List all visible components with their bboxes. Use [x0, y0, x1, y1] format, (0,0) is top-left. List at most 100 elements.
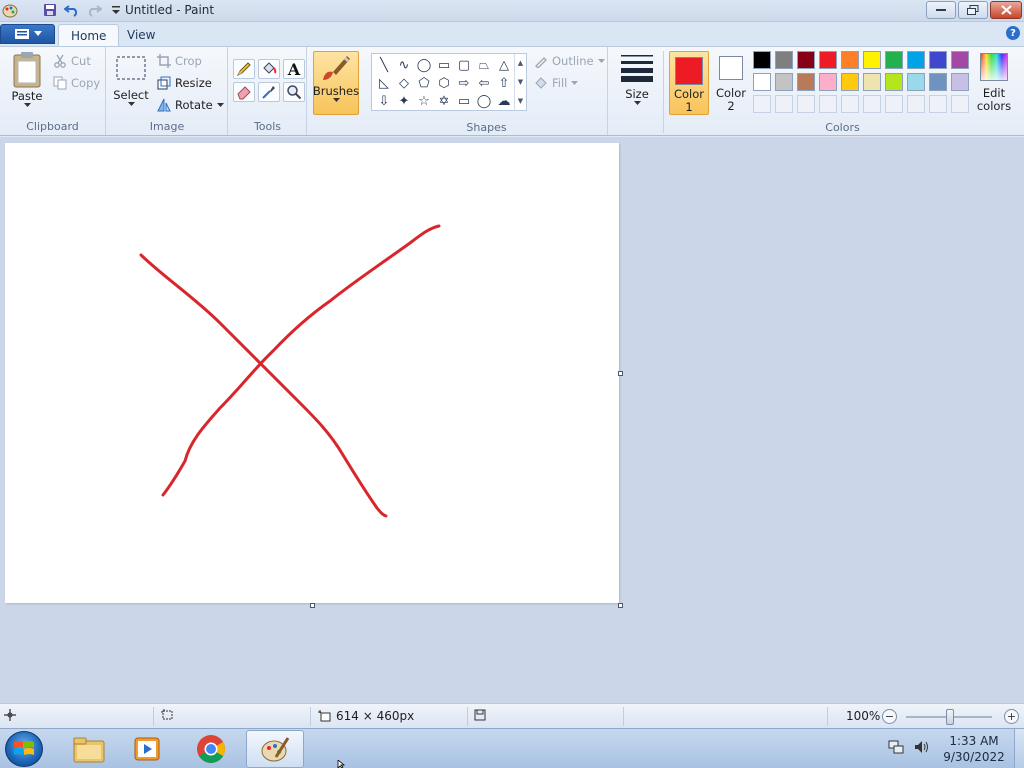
palette-color[interactable]: [951, 51, 969, 69]
palette-color[interactable]: [753, 73, 771, 91]
palette-custom-slot[interactable]: [907, 95, 925, 113]
shape-option[interactable]: ⇨: [454, 74, 474, 92]
resize-handle-bottom[interactable]: [310, 603, 315, 608]
palette-custom-slot[interactable]: [863, 95, 881, 113]
palette-custom-slot[interactable]: [797, 95, 815, 113]
brushes-button[interactable]: Brushes: [313, 51, 359, 115]
paint-app-icon[interactable]: [2, 2, 18, 18]
palette-color[interactable]: [885, 51, 903, 69]
taskbar-chrome[interactable]: [182, 730, 240, 768]
shape-option[interactable]: △: [494, 56, 514, 74]
tab-view[interactable]: View: [115, 24, 167, 46]
palette-color[interactable]: [841, 73, 859, 91]
shape-option[interactable]: ✡: [434, 92, 454, 110]
palette-color[interactable]: [951, 73, 969, 91]
shape-option[interactable]: ☁: [494, 92, 514, 110]
edit-colors-button[interactable]: Edit colors: [976, 53, 1012, 113]
palette-custom-slot[interactable]: [885, 95, 903, 113]
color-picker-icon[interactable]: [258, 82, 280, 102]
palette-color[interactable]: [929, 51, 947, 69]
zoom-out-button[interactable]: −: [882, 709, 897, 724]
palette-color[interactable]: [819, 73, 837, 91]
palette-color[interactable]: [797, 51, 815, 69]
shape-option[interactable]: ╲: [374, 56, 394, 74]
palette-color[interactable]: [929, 73, 947, 91]
taskbar-paint[interactable]: [246, 730, 304, 768]
palette-custom-slot[interactable]: [775, 95, 793, 113]
taskbar-file-explorer[interactable]: [60, 730, 118, 768]
customize-toolbar-icon[interactable]: [108, 2, 124, 18]
palette-color[interactable]: [907, 73, 925, 91]
palette-custom-slot[interactable]: [841, 95, 859, 113]
pencil-icon[interactable]: [233, 59, 255, 79]
fill-button[interactable]: Fill: [534, 76, 579, 90]
outline-button[interactable]: Outline: [534, 54, 605, 68]
palette-color[interactable]: [863, 51, 881, 69]
minimize-button[interactable]: [926, 1, 956, 19]
shape-option[interactable]: ◺: [374, 74, 394, 92]
palette-color[interactable]: [797, 73, 815, 91]
shape-option[interactable]: ∿: [394, 56, 414, 74]
shape-option[interactable]: ▭: [454, 92, 474, 110]
shape-option[interactable]: ▭: [434, 56, 454, 74]
text-icon[interactable]: A: [283, 59, 305, 79]
palette-color[interactable]: [841, 51, 859, 69]
shape-option[interactable]: ◯: [474, 92, 494, 110]
save-icon[interactable]: [42, 2, 58, 18]
palette-custom-slot[interactable]: [819, 95, 837, 113]
taskbar-media-player[interactable]: [118, 730, 176, 768]
show-desktop-button[interactable]: [1014, 729, 1024, 768]
rotate-button[interactable]: Rotate: [157, 98, 224, 112]
shape-option[interactable]: ⇦: [474, 74, 494, 92]
palette-color[interactable]: [775, 73, 793, 91]
cut-button[interactable]: Cut: [53, 54, 91, 68]
resize-handle-right[interactable]: [618, 371, 623, 376]
resize-button[interactable]: Resize: [157, 76, 212, 90]
work-area[interactable]: [0, 137, 1024, 703]
copy-button[interactable]: Copy: [53, 76, 100, 90]
select-button[interactable]: Select: [113, 55, 149, 107]
undo-icon[interactable]: [64, 2, 80, 18]
zoom-slider-thumb[interactable]: [946, 709, 954, 725]
scroll-down-icon[interactable]: ▼: [518, 78, 523, 86]
palette-color[interactable]: [907, 51, 925, 69]
palette-color[interactable]: [819, 51, 837, 69]
drawing-canvas[interactable]: [5, 143, 619, 603]
shape-option[interactable]: ⏢: [474, 56, 494, 74]
crop-button[interactable]: Crop: [157, 54, 202, 68]
palette-color[interactable]: [885, 73, 903, 91]
eraser-icon[interactable]: [233, 82, 255, 102]
tab-home[interactable]: Home: [58, 24, 120, 46]
shape-option[interactable]: ☆: [414, 92, 434, 110]
network-icon[interactable]: [888, 739, 904, 755]
shape-option[interactable]: ⬠: [414, 74, 434, 92]
palette-custom-slot[interactable]: [753, 95, 771, 113]
shape-option[interactable]: ◯: [414, 56, 434, 74]
palette-custom-slot[interactable]: [929, 95, 947, 113]
shape-option[interactable]: ⇧: [494, 74, 514, 92]
resize-handle-corner[interactable]: [618, 603, 623, 608]
paste-button[interactable]: Paste: [8, 51, 46, 108]
shapes-scrollbar[interactable]: ▲ ▼ ▼: [514, 54, 526, 110]
color1-button[interactable]: Color 1: [669, 51, 709, 115]
shape-option[interactable]: ⇩: [374, 92, 394, 110]
palette-color[interactable]: [863, 73, 881, 91]
shape-option[interactable]: ⬡: [434, 74, 454, 92]
shape-option[interactable]: ◇: [394, 74, 414, 92]
paint-menu-button[interactable]: [0, 24, 55, 44]
shape-option[interactable]: ✦: [394, 92, 414, 110]
scroll-up-icon[interactable]: ▲: [518, 59, 523, 67]
redo-icon[interactable]: [86, 2, 102, 18]
volume-icon[interactable]: [914, 739, 930, 755]
start-button[interactable]: [5, 731, 43, 767]
system-clock[interactable]: 1:33 AM 9/30/2022: [940, 733, 1008, 765]
color2-button[interactable]: Color 2: [711, 51, 751, 115]
size-button[interactable]: Size: [616, 53, 658, 106]
palette-custom-slot[interactable]: [951, 95, 969, 113]
palette-color[interactable]: [775, 51, 793, 69]
help-icon[interactable]: ?: [1006, 26, 1020, 40]
restore-button[interactable]: [958, 1, 988, 19]
magnifier-icon[interactable]: [283, 82, 305, 102]
zoom-in-button[interactable]: +: [1004, 709, 1019, 724]
shape-option[interactable]: ▢: [454, 56, 474, 74]
